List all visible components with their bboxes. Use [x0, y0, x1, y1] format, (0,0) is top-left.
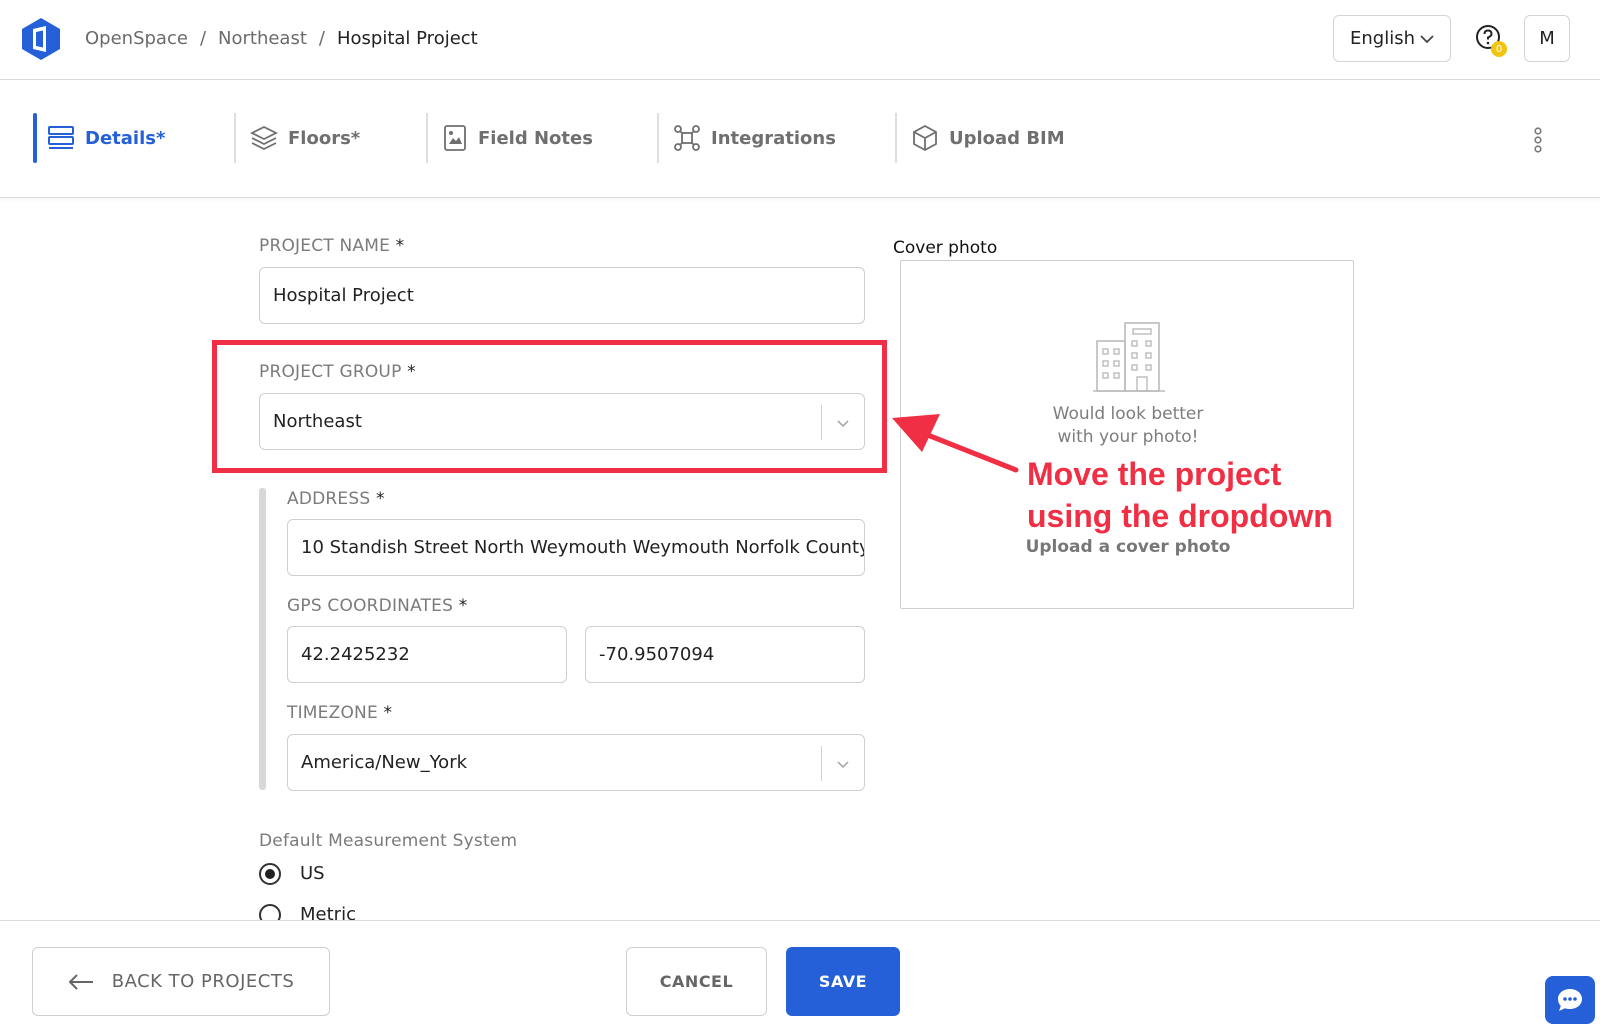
timezone-value: America/New_York [301, 752, 468, 773]
chat-button[interactable] [1545, 976, 1595, 1024]
longitude-input[interactable]: -70.9507094 [585, 626, 865, 683]
language-select[interactable]: English [1333, 15, 1451, 62]
breadcrumb-separator: / [318, 28, 325, 49]
timezone-select[interactable]: America/New_York [287, 734, 865, 791]
tab-field-notes[interactable]: Field Notes [426, 113, 593, 163]
footer-bar: BACK TO PROJECTS CANCEL SAVE [0, 920, 1600, 1030]
address-input[interactable]: 10 Standish Street North Weymouth Weymou… [287, 519, 865, 576]
annotation-text: Move the project using the dropdown [1027, 453, 1357, 537]
timezone-label: TIMEZONE * [287, 703, 392, 723]
tab-label: Field Notes [478, 127, 593, 149]
arrow-left-icon [68, 973, 93, 990]
label-text: TIMEZONE [287, 703, 378, 723]
annotation-arrow-icon [892, 414, 1019, 473]
breadcrumb-openspace[interactable]: OpenSpace [85, 28, 188, 49]
avatar[interactable]: M [1524, 15, 1570, 62]
required-marker: * [375, 489, 385, 509]
cancel-button[interactable]: CANCEL [626, 947, 767, 1016]
radio-us-label: US [300, 863, 325, 884]
tab-integrations[interactable]: Integrations [657, 113, 836, 163]
tab-floors[interactable]: Floors* [234, 113, 360, 163]
breadcrumb-northeast[interactable]: Northeast [218, 28, 307, 49]
label-text: ADDRESS [287, 489, 371, 509]
annotation-line1: Move the project [1027, 456, 1282, 492]
annotation-line2: using the dropdown [1027, 498, 1333, 534]
required-marker: * [383, 703, 393, 723]
location-group-bar [259, 488, 266, 790]
top-bar: OpenSpace / Northeast / Hospital Project… [0, 0, 1600, 80]
more-options-icon[interactable] [1532, 127, 1544, 153]
tab-details[interactable]: Details* [33, 113, 165, 163]
breadcrumb-current: Hospital Project [336, 28, 478, 49]
measurement-label: Default Measurement System [259, 831, 518, 851]
address-label: ADDRESS * [287, 489, 385, 509]
help-button[interactable]: 0 [1475, 24, 1507, 57]
tab-upload-bim[interactable]: Upload BIM [895, 113, 1065, 163]
required-marker: * [458, 596, 468, 616]
language-value: English [1350, 28, 1415, 49]
cube-icon [913, 124, 937, 152]
tab-label: Details* [85, 127, 166, 149]
select-divider [821, 746, 822, 781]
upload-cover-link[interactable]: Upload a cover photo [901, 537, 1355, 557]
tab-bar: Details* Floors* Field Notes Integration… [0, 80, 1600, 198]
label-text: PROJECT NAME [259, 236, 391, 256]
breadcrumb: OpenSpace / Northeast / Hospital Project [85, 28, 478, 49]
gps-label: GPS COORDINATES * [287, 596, 467, 616]
breadcrumb-separator: / [199, 28, 207, 49]
integrations-icon [674, 125, 700, 151]
chevron-down-icon [837, 761, 849, 769]
active-tab-indicator [33, 113, 37, 163]
layers-icon [250, 125, 278, 151]
notes-icon [444, 125, 466, 151]
tab-label: Upload BIM [949, 127, 1065, 149]
latitude-input[interactable]: 42.2425232 [287, 626, 567, 683]
chevron-down-icon [1420, 35, 1434, 44]
radio-us[interactable] [259, 863, 281, 885]
annotation-highlight-box [212, 340, 887, 473]
help-badge: 0 [1491, 41, 1507, 57]
cover-photo-title: Cover photo [893, 238, 998, 258]
required-marker: * [395, 236, 405, 256]
project-name-label: PROJECT NAME * [259, 236, 404, 256]
chat-icon [1558, 989, 1582, 1011]
save-button[interactable]: SAVE [786, 947, 900, 1016]
details-icon [48, 126, 74, 149]
back-to-projects-button[interactable]: BACK TO PROJECTS [32, 947, 330, 1016]
tab-label: Floors* [288, 127, 361, 149]
label-text: GPS COORDINATES [287, 596, 454, 616]
tab-label: Integrations [711, 127, 836, 149]
back-label: BACK TO PROJECTS [111, 971, 295, 992]
project-name-input[interactable]: Hospital Project [259, 267, 865, 324]
building-icon [1093, 322, 1165, 392]
openspace-logo[interactable] [20, 17, 62, 61]
